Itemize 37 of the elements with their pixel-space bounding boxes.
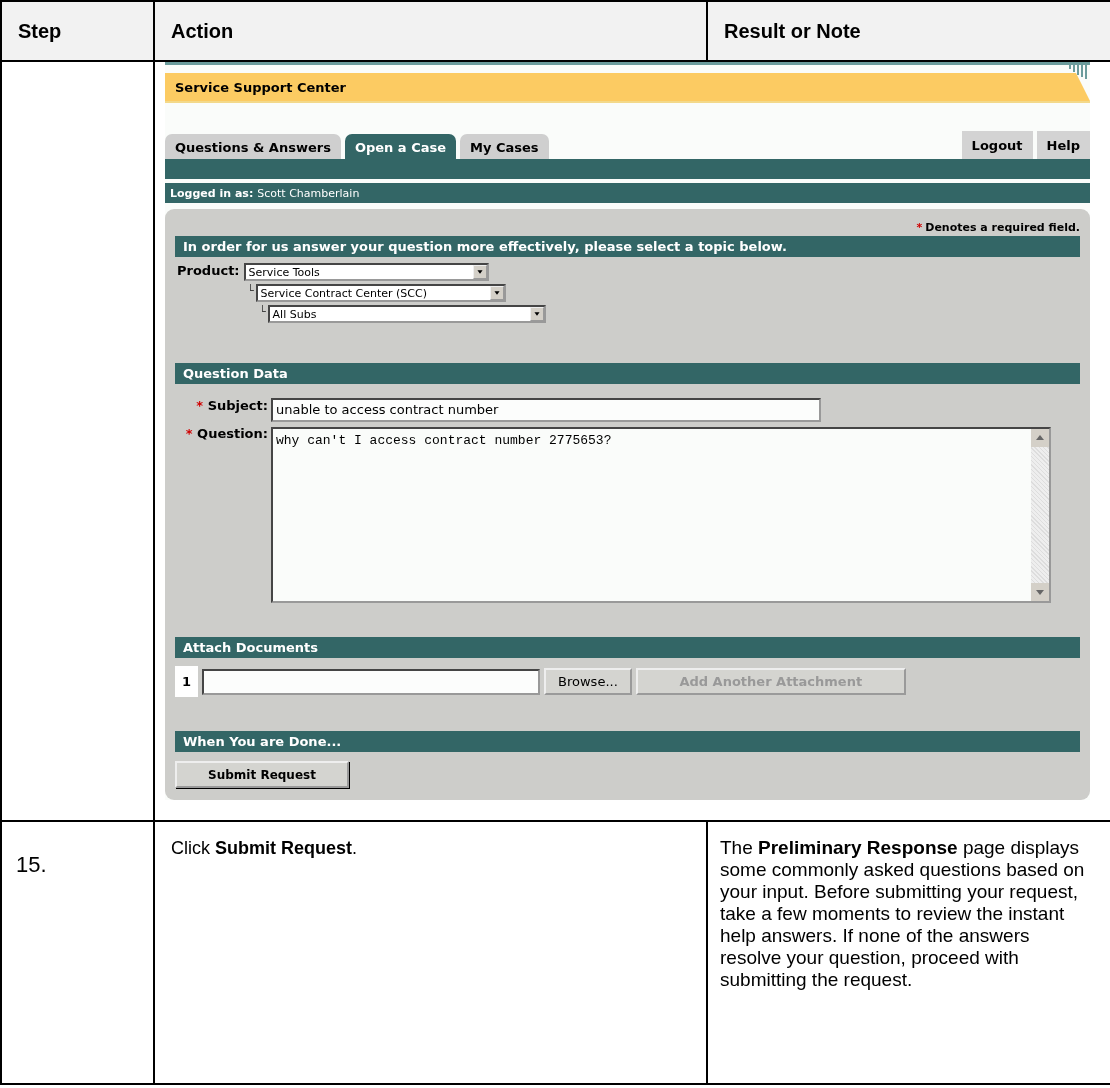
tab[interactable]: Open a Case (344, 134, 456, 159)
tab[interactable]: My Cases (460, 134, 549, 159)
required-mark: * (916, 221, 923, 234)
attachment-number: 1 (175, 666, 199, 697)
column-header: Step (1, 1, 154, 61)
login-label: Logged in as: (170, 186, 254, 200)
tree-connector: └ (245, 284, 254, 297)
dropdown[interactable]: Service Tools (243, 263, 489, 281)
tree-connector: └ (257, 305, 266, 318)
dropdown[interactable]: Service Contract Center (SCC) (255, 284, 506, 302)
submit-button[interactable]: Submit Request (175, 761, 349, 788)
section-header: When You are Done... (175, 731, 1080, 752)
question-field[interactable]: why can't I access contract number 2775653? (271, 427, 1051, 603)
app-title-bar: Service Support Center (165, 73, 1090, 101)
subject-field[interactable]: unable to access contract number (271, 398, 821, 422)
section-header: In order for us answer your question more effectively, please select a topic below. (175, 236, 1080, 257)
required-mark: * (196, 398, 204, 413)
browse-button[interactable]: Browse... (544, 668, 632, 695)
section-header: Question Data (175, 363, 1080, 384)
dropdown[interactable]: All Subs (267, 305, 546, 323)
user-name: Scott Chamberlain (257, 186, 360, 200)
column-header: Action (154, 1, 707, 61)
column-header: Result or Note (707, 1, 1110, 61)
header-button[interactable]: Logout (961, 131, 1033, 159)
required-mark: * (185, 426, 193, 441)
scrollbar[interactable] (1031, 429, 1049, 601)
field-label: Question: (197, 426, 268, 441)
step-number: 15. (15, 851, 48, 878)
result-text: The Preliminary Response page displays some commonly asked questions based on your input. Before submitting your request, take a few moments to review the instant help answers. If none of the answers resolve your question, proceed with submitting the request. (719, 836, 1086, 992)
action-text: Click Submit Request. (170, 837, 359, 860)
tab[interactable]: Questions & Answers (165, 134, 341, 159)
required-note: Denotes a required field. (925, 221, 1080, 234)
file-field[interactable] (202, 668, 541, 695)
section-header: Attach Documents (175, 637, 1080, 658)
header-button[interactable]: Help (1036, 131, 1090, 159)
field-label: Product: (176, 263, 240, 280)
field-label: Subject: (207, 398, 268, 413)
